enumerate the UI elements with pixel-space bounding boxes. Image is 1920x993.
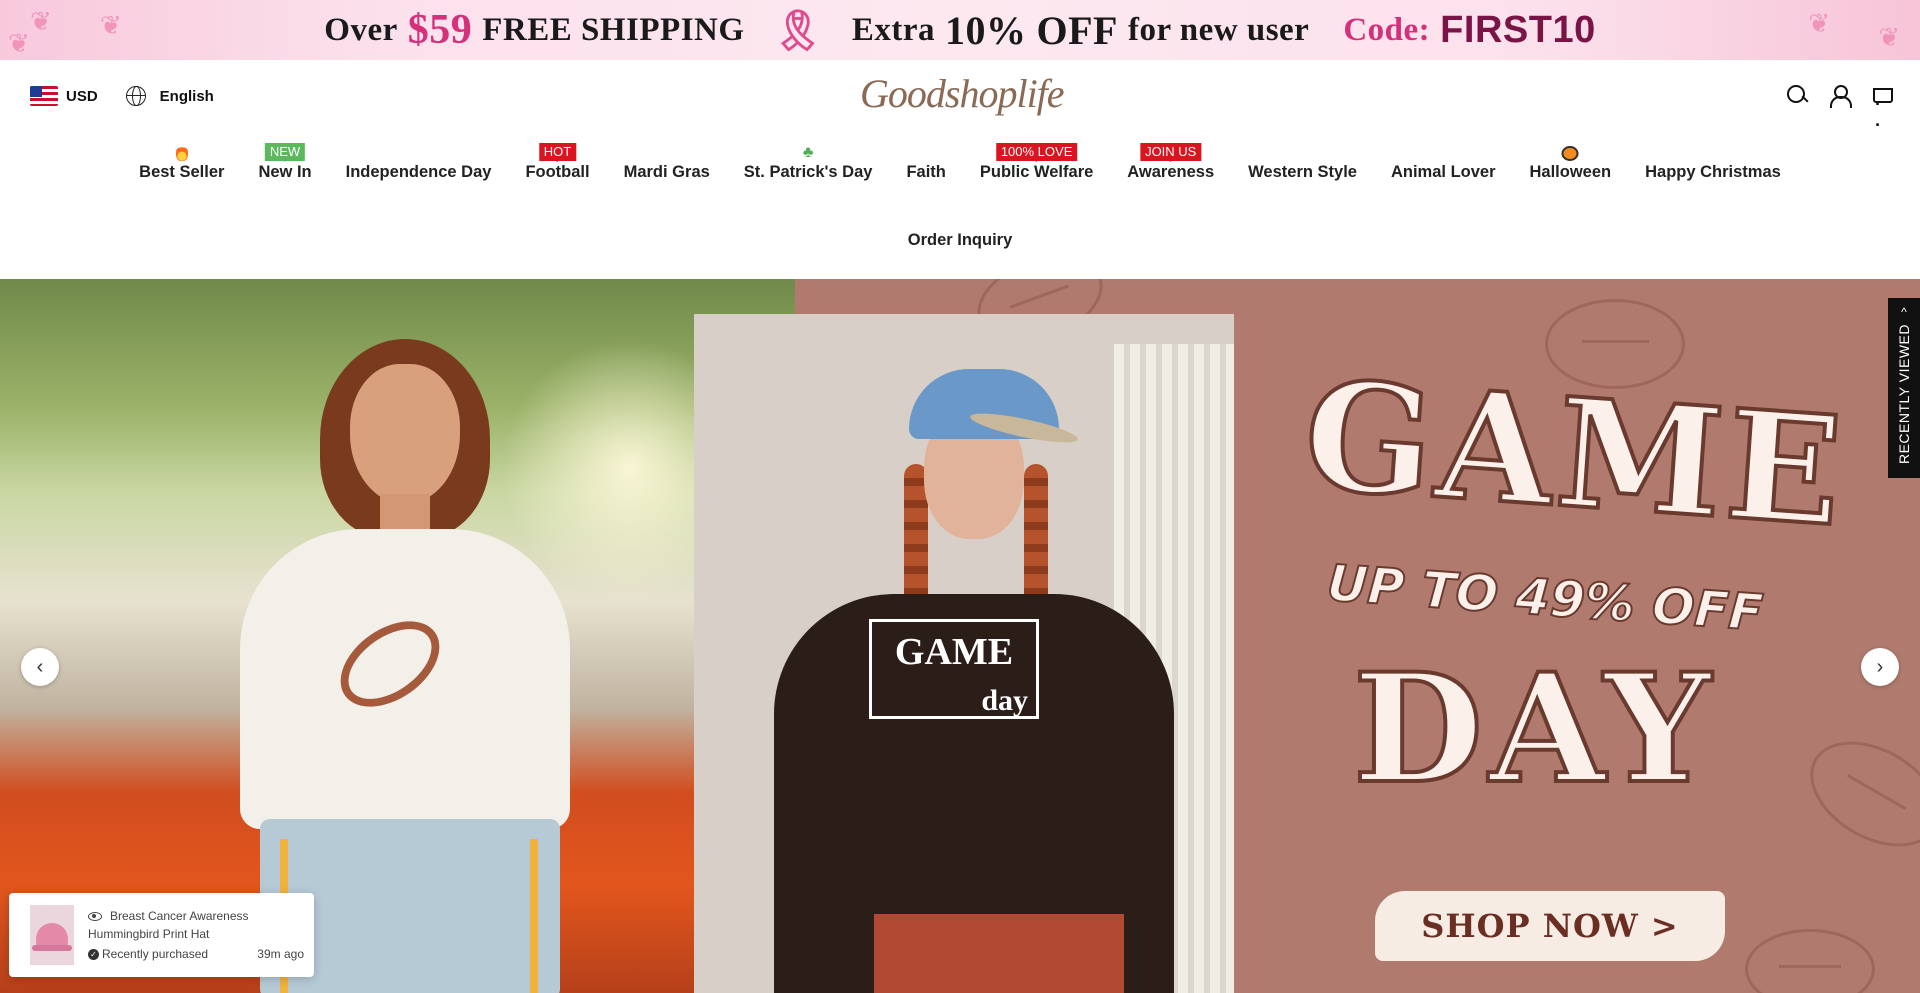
clover-icon: ♣ — [802, 144, 814, 161]
check-icon: ✓ — [88, 949, 99, 961]
nav-label: Faith — [906, 163, 946, 181]
ribbon-icon: 🎗 — [772, 7, 824, 53]
recently-viewed-label: RECENTLY VIEWED — [1896, 324, 1912, 465]
nav-label: St. Patrick's Day — [743, 163, 873, 181]
announcement-bar[interactable]: ❦ ❦ ❦ ❦ ❦ Over $59 FREE SHIPPING 🎗 Extra… — [0, 0, 1920, 60]
cart-icon[interactable] — [1870, 84, 1893, 136]
purchase-time: 39m ago — [257, 947, 304, 961]
announcement-amount: $59 — [407, 7, 473, 53]
nav-item-animal-lover[interactable]: Animal Lover — [1374, 163, 1513, 192]
carousel-prev-button[interactable]: ‹ — [21, 648, 59, 686]
flame-icon — [175, 145, 188, 161]
butterfly-icon: ❦ — [100, 10, 122, 40]
globe-icon — [125, 86, 146, 106]
butterfly-icon: ❦ — [8, 28, 30, 58]
announcement-message: Over $59 FREE SHIPPING 🎗 Extra 10% OFF f… — [324, 6, 1595, 54]
pumpkin-icon — [1561, 146, 1579, 161]
announcement-code-value: FIRST10 — [1440, 8, 1596, 51]
nav-item-new-in[interactable]: NEW New In — [241, 143, 328, 192]
game-day-print: GAME day — [869, 619, 1039, 719]
header-actions — [1786, 84, 1893, 136]
announcement-off: OFF — [1036, 7, 1118, 53]
nav-label: Happy Christmas — [1645, 163, 1781, 181]
print-day-text: day — [981, 684, 1028, 717]
butterfly-icon: ❦ — [1808, 8, 1830, 38]
nav-item-western-style[interactable]: Western Style — [1231, 163, 1374, 192]
hero-photo-woman — [0, 279, 795, 993]
hero-photo-girl: GAME day — [694, 314, 1234, 993]
hot-badge: HOT — [538, 143, 577, 162]
chevron-right-icon: › — [1876, 655, 1884, 678]
butterfly-icon: ❦ — [1878, 22, 1900, 52]
model-woman-image — [220, 319, 600, 993]
football-doodle — [1791, 720, 1920, 868]
recently-viewed-tab[interactable]: ^ RECENTLY VIEWED — [1888, 298, 1920, 478]
site-header: USD English Goodshoplife — [0, 60, 1920, 136]
announcement-percent: 10% — [944, 7, 1027, 53]
join-us-badge: JOIN US — [1140, 143, 1202, 162]
hero-headline-game: GAME — [1297, 345, 1853, 562]
eye-icon — [88, 912, 102, 922]
main-navigation: Best Seller NEW New In Independence Day … — [0, 140, 1920, 192]
announcement-free-shipping: FREE SHIPPING — [482, 11, 745, 48]
model-pants — [874, 914, 1124, 993]
shorts-stripe — [530, 839, 538, 993]
nav-item-mardi-gras[interactable]: Mardi Gras — [607, 163, 727, 192]
shop-now-button[interactable]: SHOP NOW > — [1375, 891, 1725, 961]
model-face — [350, 364, 460, 504]
nav-label: Independence Day — [345, 163, 492, 181]
announcement-for-new-user: for new user — [1127, 11, 1310, 48]
football-doodle — [1745, 929, 1875, 993]
nav-item-football[interactable]: HOT Football — [508, 143, 606, 192]
nav-item-independence-day[interactable]: Independence Day — [329, 163, 509, 192]
nav-item-faith[interactable]: Faith — [889, 163, 962, 192]
new-badge: NEW — [264, 143, 306, 162]
butterfly-icon: ❦ — [30, 6, 52, 36]
nav-item-awareness[interactable]: JOIN US Awareness — [1110, 143, 1231, 192]
purchase-info: Breast Cancer Awareness Hummingbird Prin… — [88, 907, 304, 963]
search-icon[interactable] — [1786, 84, 1808, 106]
site-logo[interactable]: Goodshoplife — [860, 70, 1065, 117]
hero-banner[interactable]: GAME UP TO 49% OFF DAY SHOP NOW > GAME d… — [0, 279, 1920, 993]
nav-item-order-inquiry[interactable]: Order Inquiry — [0, 231, 1920, 250]
announcement-extra: Extra — [851, 11, 935, 48]
hero-promo-text: UP TO 49% OFF — [1324, 553, 1766, 643]
currency-selector[interactable]: USD — [66, 88, 98, 105]
nav-label: Halloween — [1529, 163, 1612, 181]
recent-purchase-popup[interactable]: Breast Cancer Awareness Hummingbird Prin… — [9, 893, 314, 977]
carousel-next-button[interactable]: › — [1861, 648, 1899, 686]
locale-selector[interactable]: USD English — [30, 86, 214, 106]
chevron-up-icon: ^ — [1901, 305, 1907, 319]
us-flag-icon — [30, 86, 58, 106]
account-icon[interactable] — [1828, 84, 1852, 108]
nav-item-happy-christmas[interactable]: Happy Christmas — [1628, 163, 1798, 192]
nav-label: Western Style — [1248, 163, 1357, 181]
nav-item-public-welfare[interactable]: 100% LOVE Public Welfare — [963, 143, 1110, 192]
nav-label: Best Seller — [139, 163, 225, 181]
announcement-over: Over — [324, 11, 398, 48]
language-selector[interactable]: English — [160, 88, 214, 105]
product-thumbnail[interactable] — [30, 905, 74, 965]
print-game-text: GAME — [894, 631, 1014, 673]
nav-item-halloween[interactable]: Halloween — [1513, 146, 1629, 192]
nav-label: Mardi Gras — [623, 163, 710, 181]
purchase-product-name[interactable]: Breast Cancer Awareness Hummingbird Prin… — [88, 909, 249, 941]
nav-item-st-patricks-day[interactable]: ♣ St. Patrick's Day — [727, 145, 890, 192]
announcement-code-label: Code: — [1343, 11, 1431, 48]
nav-label: Animal Lover — [1390, 163, 1496, 181]
purchase-status: Recently purchased — [102, 947, 209, 961]
love-badge: 100% LOVE — [995, 143, 1078, 162]
nav-item-best-seller[interactable]: Best Seller — [122, 145, 241, 192]
chevron-left-icon: ‹ — [36, 655, 44, 678]
hero-headline-day: DAY — [1351, 641, 1718, 817]
